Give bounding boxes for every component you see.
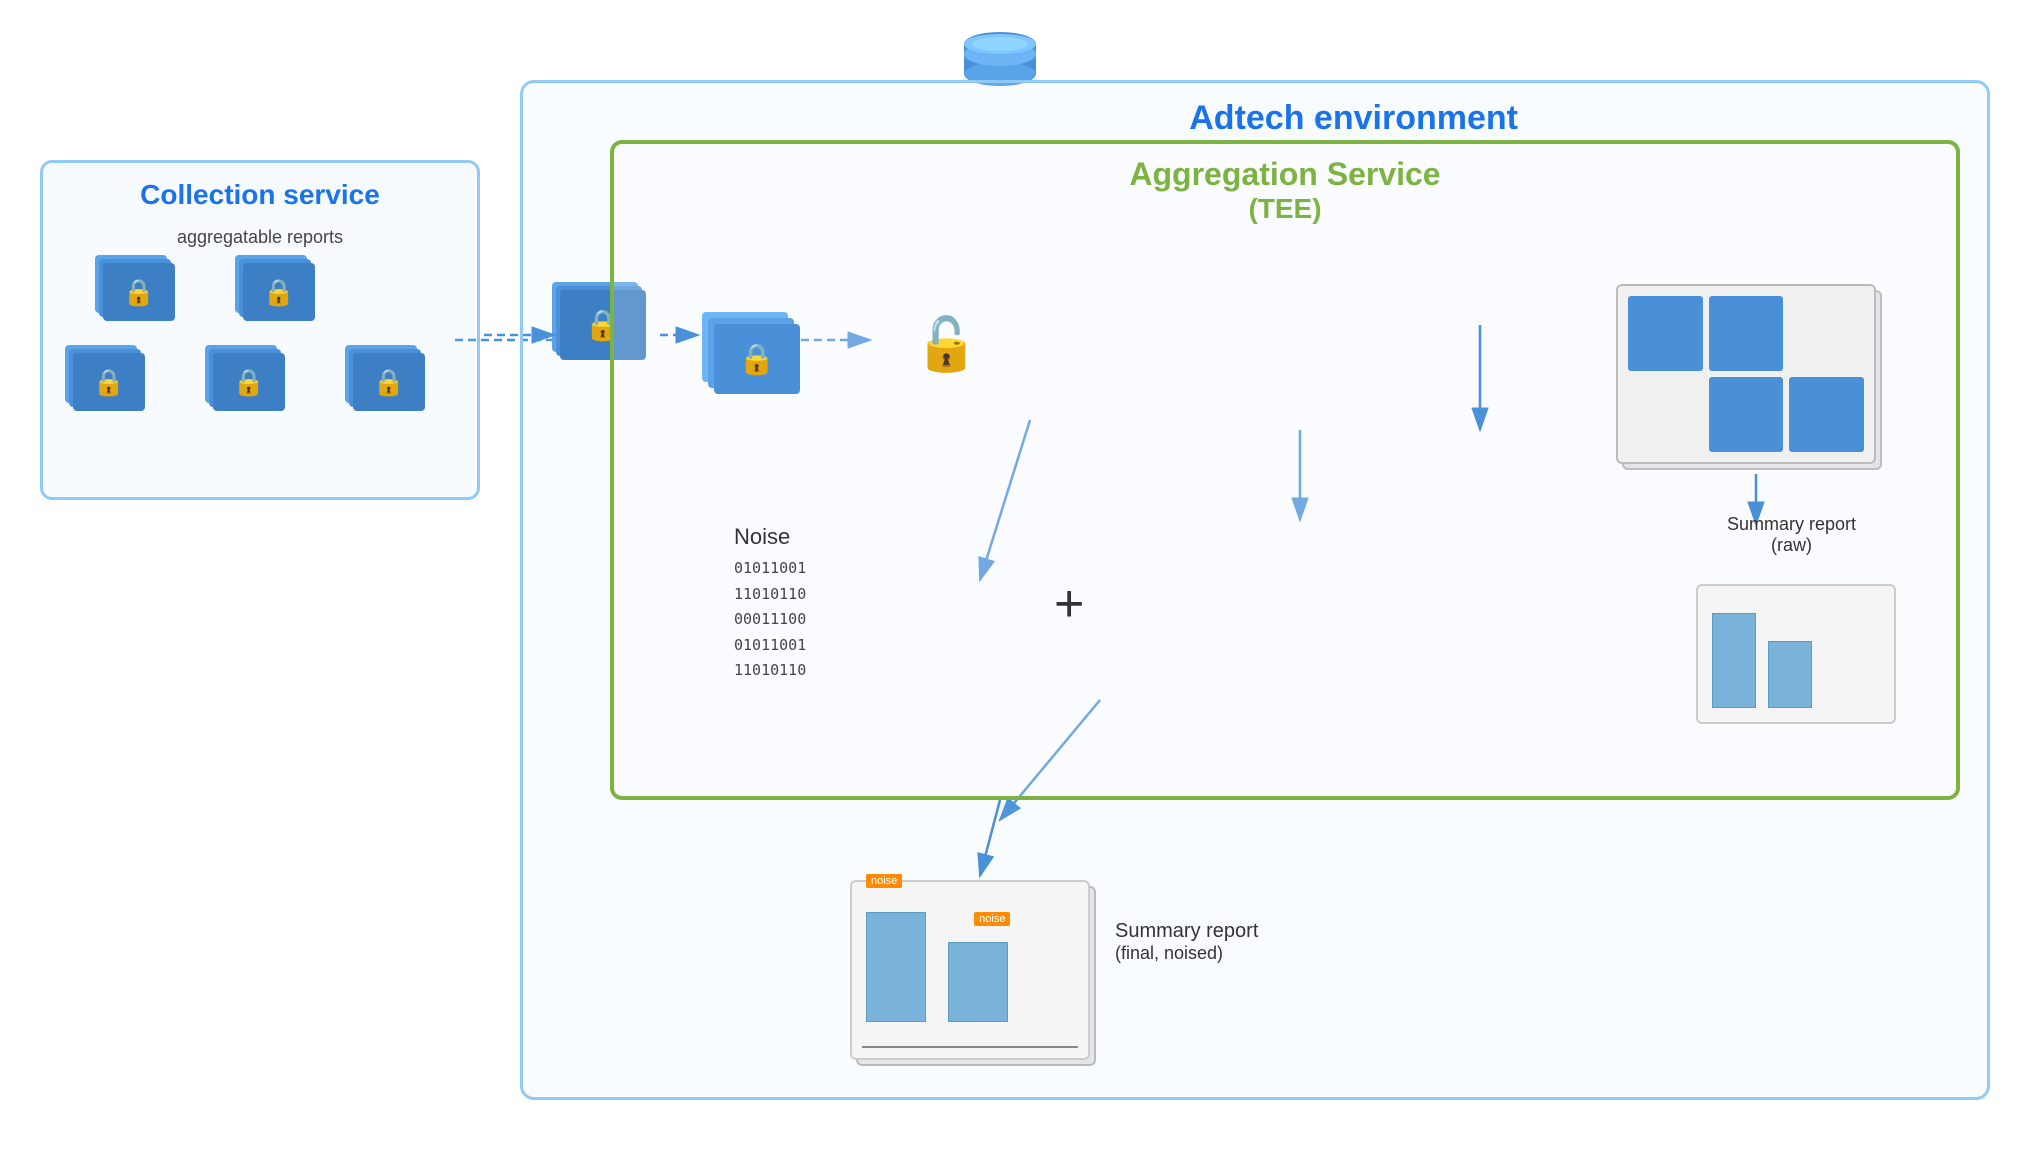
collection-service-label: Collection service	[140, 179, 380, 211]
noise-section: Noise 0101100111010110000111000101100111…	[734, 524, 806, 684]
diagram-container: Adtech environment Collection service ag…	[0, 0, 2032, 1160]
noise-tag-2: noise	[974, 912, 1010, 926]
summary-report-raw-visual	[1616, 284, 1876, 464]
doc-4: 🔒	[213, 353, 293, 417]
summary-report-raw-chart	[1696, 584, 1896, 724]
doc-5: 🔒	[353, 353, 433, 417]
plus-sign: +	[1054, 574, 1084, 634]
aggregatable-reports-label: aggregatable reports	[177, 227, 343, 248]
aggregation-service-label: Aggregation Service (TEE)	[1129, 156, 1440, 225]
doc-1: 🔒	[103, 263, 183, 327]
noise-binary: 0101100111010110000111000101100111010110	[734, 556, 806, 684]
summary-report-final-paper: noise noise	[850, 880, 1090, 1060]
adtech-env-label: Adtech environment	[1189, 99, 1518, 138]
doc-2: 🔒	[243, 263, 323, 327]
unlocked-icon: 🔓	[914, 314, 979, 375]
aggregation-service-box: Aggregation Service (TEE) 🔒 🔓	[610, 140, 1960, 800]
doc-3: 🔒	[73, 353, 153, 417]
summary-report-final-label: Summary report (final, noised)	[1115, 920, 1258, 964]
noise-tag-1: noise	[866, 874, 902, 888]
noise-label: Noise	[734, 524, 806, 550]
summary-report-raw-label: Summary report (raw)	[1727, 514, 1856, 556]
collection-service-box: Collection service aggregatable reports …	[40, 160, 480, 500]
